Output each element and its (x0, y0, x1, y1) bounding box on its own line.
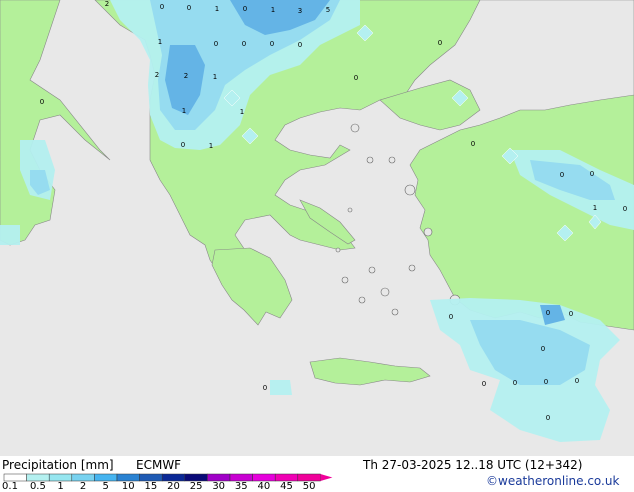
value-label: 1 (213, 73, 217, 81)
map-title: Precipitation [mm] (2, 458, 114, 472)
legend-tick-label: 0.1 (2, 481, 18, 492)
legend-tick-label: 1 (57, 481, 64, 492)
site-credit[interactable]: ©weatheronline.co.uk (486, 474, 619, 488)
legend-swatch (71, 473, 95, 482)
legend-swatch (3, 473, 27, 482)
value-label: 0 (243, 5, 247, 13)
legend-tick-label: 35 (234, 481, 248, 492)
value-label: 1 (593, 204, 597, 212)
value-label: 0 (546, 309, 550, 317)
legend-swatch (26, 473, 50, 482)
legend-tick-label: 30 (212, 481, 226, 492)
legend-swatch (161, 473, 186, 482)
legend-tick-label: 40 (257, 481, 271, 492)
legend-tick-label: 45 (280, 481, 293, 492)
value-label: 0 (270, 40, 274, 48)
value-label: 2 (105, 0, 109, 8)
value-label: 0 (187, 4, 191, 12)
value-label: 0 (354, 74, 358, 82)
value-label: 0 (482, 380, 486, 388)
value-label: 0 (541, 345, 545, 353)
value-label: 1 (271, 6, 275, 14)
value-label: 0 (263, 384, 267, 392)
legend-swatch (116, 473, 140, 482)
valid-time: Th 27-03-2025 12..18 UTC (12+342) (363, 458, 583, 472)
value-label: 1 (240, 108, 244, 116)
value-label: 0 (575, 377, 579, 385)
value-label: 2 (184, 72, 188, 80)
value-label: 0 (214, 40, 218, 48)
legend-tick-label: 10 (121, 481, 135, 492)
value-label: 5 (326, 6, 330, 14)
value-label: 0 (449, 313, 453, 321)
legend-tick-label: 5 (102, 481, 109, 492)
legend-overflow-arrow (320, 474, 333, 481)
legend-tick-label: 25 (189, 481, 203, 492)
value-label: 1 (182, 107, 186, 115)
value-label: 0 (546, 414, 550, 422)
value-label: 0 (471, 140, 475, 148)
legend-swatch (207, 473, 231, 482)
value-label: 0 (438, 39, 442, 47)
legend-swatch (139, 473, 163, 482)
legend-tick-label: 0.5 (29, 481, 46, 492)
value-label: 0 (40, 98, 44, 106)
model-name: ECMWF (136, 458, 182, 472)
value-label: 3 (298, 7, 302, 15)
legend-swatch (229, 473, 253, 482)
value-label: 0 (181, 141, 185, 149)
value-label: 0 (544, 378, 548, 386)
legend-swatch (48, 473, 73, 482)
legend-tick-label: 2 (79, 481, 87, 492)
value-label: 0 (160, 3, 164, 11)
value-label: 1 (209, 142, 213, 150)
value-label: 1 (215, 5, 219, 13)
value-label: 0 (623, 205, 627, 213)
value-label: 2 (155, 71, 159, 79)
value-label: 1 (158, 38, 162, 46)
value-label: 0 (560, 171, 564, 179)
precipitation-map: 2 0 0 1 0 1 3 5 1 0 0 0 0 0 2 2 1 0 1 1 … (0, 0, 634, 472)
legend-tick-label: 50 (302, 481, 316, 492)
legend-swatch (184, 473, 208, 482)
legend-tick-label: 20 (167, 481, 180, 492)
value-label: 0 (590, 170, 594, 178)
legend-swatch (252, 473, 276, 482)
map-canvas: 2 0 0 1 0 1 3 5 1 0 0 0 0 0 2 2 1 0 1 1 … (0, 0, 634, 472)
legend-swatch (274, 473, 299, 482)
legend-tick-label: 15 (144, 481, 158, 492)
map-footer: Precipitation [mm] ECMWF Th 27-03-2025 1… (0, 456, 634, 490)
value-label: 0 (569, 310, 573, 318)
value-label: 0 (298, 41, 302, 49)
legend-swatch (94, 473, 118, 482)
value-label: 0 (513, 379, 517, 387)
value-label: 0 (242, 40, 246, 48)
legend-swatch (297, 473, 321, 482)
